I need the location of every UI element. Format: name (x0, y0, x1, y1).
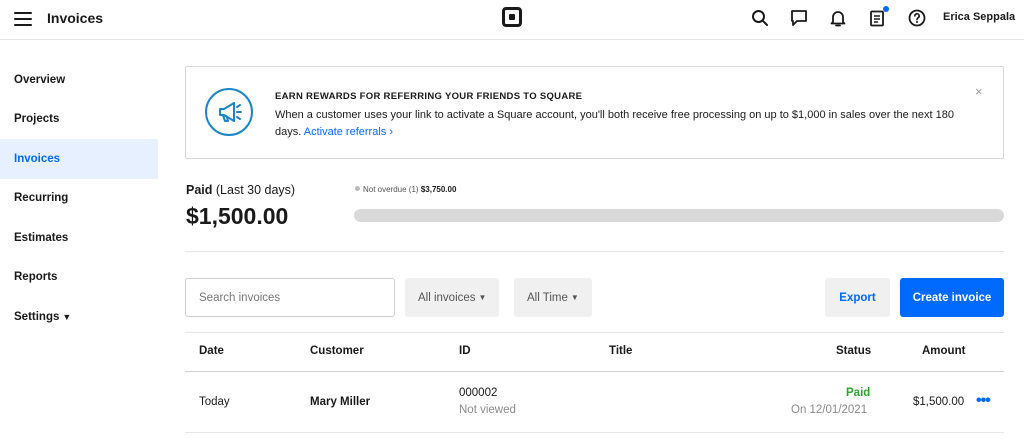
sidebar-item-label: Overview (14, 73, 66, 86)
sidebar-item-recurring[interactable]: Recurring (0, 179, 158, 219)
sidebar-item-projects[interactable]: Projects (0, 100, 158, 140)
top-bar: Invoices Erica Seppala (0, 0, 1024, 40)
column-header-customer[interactable]: Customer (310, 345, 364, 357)
messages-icon[interactable] (788, 7, 810, 29)
megaphone-icon (205, 88, 253, 136)
menu-icon[interactable] (14, 12, 32, 26)
sidebar: Overview Projects Invoices Recurring Est… (0, 60, 158, 337)
sidebar-item-label: Projects (14, 113, 60, 126)
sidebar-item-invoices[interactable]: Invoices (0, 139, 158, 179)
referral-banner: EARN REWARDS FOR REFERRING YOUR FRIENDS … (185, 66, 1004, 159)
legend-amount: $3,750.00 (420, 185, 457, 194)
status-badge: Paid (846, 387, 871, 399)
sidebar-item-label: Invoices (14, 152, 61, 165)
sidebar-item-settings[interactable]: Settings ▼ (0, 297, 158, 337)
row-status-date: On 12/01/2021 (791, 404, 868, 416)
close-icon[interactable]: × (975, 84, 983, 99)
chevron-right-icon: › (389, 126, 394, 138)
sidebar-item-label: Settings (14, 310, 60, 323)
more-options-icon[interactable]: ••• (976, 393, 991, 409)
filter-invoices-label: All invoices (418, 291, 476, 304)
square-logo-icon[interactable] (502, 7, 522, 27)
row-date: Today (199, 396, 230, 408)
sidebar-item-estimates[interactable]: Estimates (0, 218, 158, 258)
paid-amount: $1,500.00 (186, 203, 289, 229)
column-header-title[interactable]: Title (609, 345, 632, 357)
help-icon[interactable] (906, 7, 928, 29)
table-row-divider (185, 432, 1004, 433)
clipboard-icon[interactable] (866, 6, 889, 29)
sidebar-item-overview[interactable]: Overview (0, 60, 158, 100)
column-header-amount[interactable]: Amount (922, 345, 965, 357)
sidebar-item-reports[interactable]: Reports (0, 258, 158, 298)
column-header-id[interactable]: ID (459, 345, 471, 357)
row-id: 000002 (459, 387, 498, 399)
activate-referrals-link[interactable]: Activate referrals › (304, 126, 393, 138)
chevron-down-icon: ▼ (62, 311, 72, 322)
export-button[interactable]: Export (825, 278, 890, 317)
chevron-down-icon: ▼ (478, 293, 487, 302)
column-header-date[interactable]: Date (199, 345, 224, 357)
divider (185, 251, 1004, 252)
legend-label: Not overdue (1) (363, 185, 419, 194)
sidebar-item-label: Recurring (14, 192, 69, 205)
create-invoice-button[interactable]: Create invoice (900, 278, 1004, 317)
sidebar-item-label: Reports (14, 271, 58, 284)
notifications-icon[interactable] (827, 7, 849, 29)
sidebar-item-label: Estimates (14, 231, 69, 244)
search-icon[interactable] (749, 7, 771, 29)
row-customer: Mary Miller (310, 396, 371, 408)
progress-legend: Not overdue (1) $3,750.00 (355, 185, 456, 194)
notification-dot (883, 6, 889, 12)
banner-heading: EARN REWARDS FOR REFERRING YOUR FRIENDS … (275, 91, 583, 102)
paid-label: Paid (186, 183, 213, 197)
row-amount: $1,500.00 (913, 396, 965, 408)
paid-progress-bar (354, 209, 1004, 222)
filter-invoices-dropdown[interactable]: All invoices ▼ (405, 278, 500, 317)
table-header-divider (185, 371, 1004, 372)
paid-period: (Last 30 days) (215, 183, 296, 197)
activate-referrals-label: Activate referrals (303, 126, 387, 138)
chevron-down-icon: ▼ (570, 293, 579, 302)
filter-time-label: All Time (527, 291, 568, 304)
row-id-view-status: Not viewed (459, 404, 516, 416)
column-header-status[interactable]: Status (836, 345, 871, 357)
page-title: Invoices (47, 10, 104, 26)
user-name[interactable]: Erica Seppala (943, 11, 1015, 23)
banner-body: When a customer uses your link to activa… (275, 107, 975, 141)
paid-summary-label: Paid (Last 30 days) (186, 183, 295, 197)
search-input[interactable] (185, 278, 395, 317)
legend-dot (355, 186, 360, 191)
filter-time-dropdown[interactable]: All Time ▼ (514, 278, 592, 317)
table-top-divider (185, 332, 1004, 333)
